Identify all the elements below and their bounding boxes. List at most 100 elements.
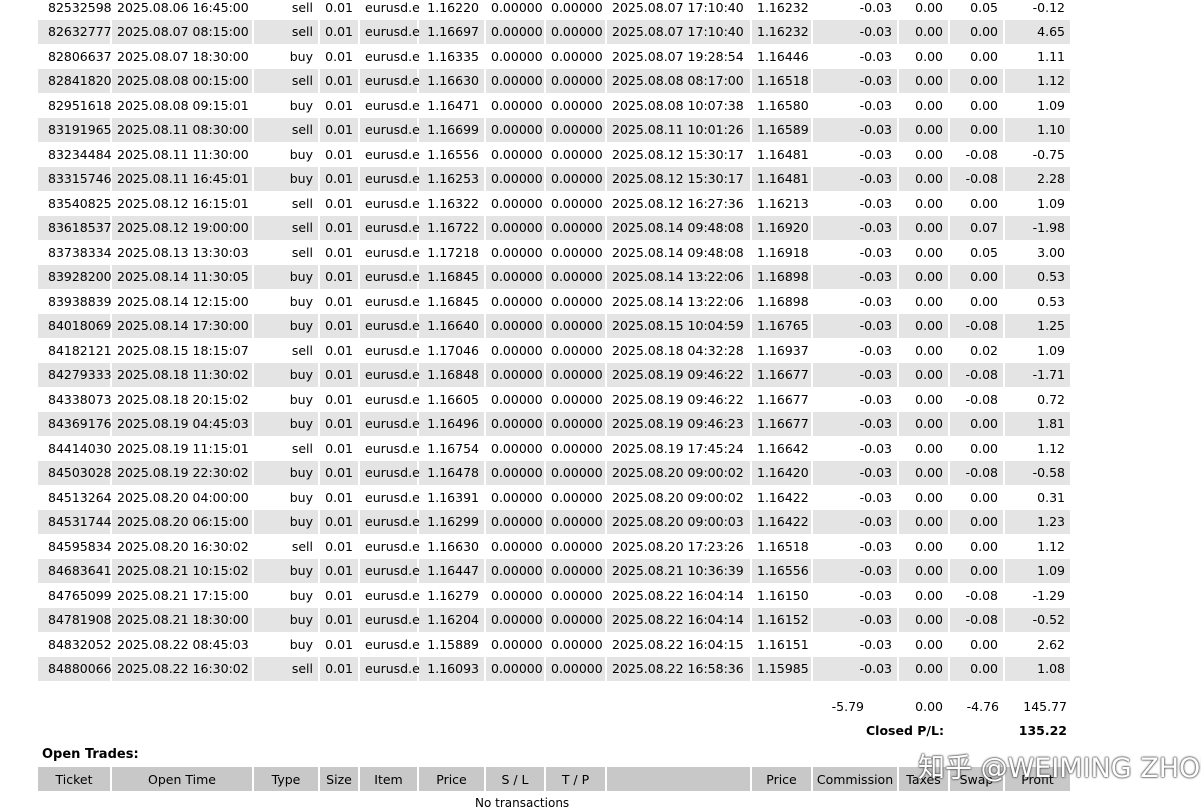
cell-ticket: 82951618 xyxy=(38,93,112,118)
cell-item: eurusd.e xyxy=(359,656,420,681)
total-swap: -4.76 xyxy=(966,699,999,714)
cell-commission: -0.03 xyxy=(812,166,899,191)
cell-profit: -1.71 xyxy=(1004,362,1072,387)
cell-profit: 0.31 xyxy=(1004,485,1072,510)
cell-close-price: 1.16422 xyxy=(751,509,813,534)
cell-profit: 1.11 xyxy=(1004,44,1072,69)
cell-type: buy xyxy=(253,142,320,167)
cell-item: eurusd.e xyxy=(359,240,420,265)
cell-close-time: 2025.08.14 13:22:06 xyxy=(606,264,752,289)
cell-item: eurusd.e xyxy=(359,485,420,510)
cell-close-time: 2025.08.08 08:17:00 xyxy=(606,68,752,93)
cell-open-time: 2025.08.11 16:45:01 xyxy=(111,166,254,191)
cell-sl: 0.00000 xyxy=(485,460,546,485)
cell-price: 1.16699 xyxy=(418,117,486,142)
cell-taxes: 0.00 xyxy=(898,411,950,436)
cell-price: 1.15889 xyxy=(418,632,486,657)
cell-item: eurusd.e xyxy=(359,583,420,608)
cell-open-time: 2025.08.07 18:30:00 xyxy=(111,44,254,69)
cell-taxes: 0.00 xyxy=(898,117,950,142)
cell-swap: -0.08 xyxy=(949,387,1005,412)
cell-tp: 0.00000 xyxy=(545,240,607,265)
closed-pl-label: Closed P/L: xyxy=(866,723,944,738)
cell-close-time: 2025.08.22 16:04:14 xyxy=(606,607,752,632)
cell-close-time: 2025.08.20 09:00:03 xyxy=(606,509,752,534)
cell-commission: -0.03 xyxy=(812,264,899,289)
table-row: 84683641 2025.08.21 10:15:02 buy 0.01 eurusd… xyxy=(38,558,1072,583)
cell-profit: -0.58 xyxy=(1004,460,1072,485)
cell-tp: 0.00000 xyxy=(545,191,607,216)
cell-price: 1.16640 xyxy=(418,313,486,338)
cell-type: buy xyxy=(253,44,320,69)
table-row: 82806637 2025.08.07 18:30:00 buy 0.01 eurusd… xyxy=(38,44,1072,69)
cell-item: eurusd.e xyxy=(359,411,420,436)
cell-taxes: 0.00 xyxy=(898,142,950,167)
cell-close-time: 2025.08.19 09:46:23 xyxy=(606,411,752,436)
cell-size: 0.01 xyxy=(319,411,360,436)
cell-close-time: 2025.08.20 09:00:02 xyxy=(606,460,752,485)
cell-item: eurusd.e xyxy=(359,289,420,314)
cell-commission: -0.03 xyxy=(812,68,899,93)
cell-item: eurusd.e xyxy=(359,166,420,191)
cell-close-time: 2025.08.07 19:28:54 xyxy=(606,44,752,69)
cell-tp: 0.00000 xyxy=(545,264,607,289)
table-row: 84279333 2025.08.18 11:30:02 buy 0.01 eurusd… xyxy=(38,362,1072,387)
cell-swap: 0.00 xyxy=(949,117,1005,142)
header-tp: T / P xyxy=(545,767,607,791)
cell-item: eurusd.e xyxy=(359,436,420,461)
cell-profit: -1.29 xyxy=(1004,583,1072,608)
cell-price: 1.16220 xyxy=(418,0,486,20)
cell-sl: 0.00000 xyxy=(485,509,546,534)
cell-taxes: 0.00 xyxy=(898,289,950,314)
cell-open-time: 2025.08.20 04:00:00 xyxy=(111,485,254,510)
cell-ticket: 82632777 xyxy=(38,19,112,44)
cell-swap: 0.00 xyxy=(949,44,1005,69)
table-row: 84414030 2025.08.19 11:15:01 sell 0.01 eurus… xyxy=(38,436,1072,461)
cell-swap: 0.00 xyxy=(949,93,1005,118)
cell-price: 1.16471 xyxy=(418,93,486,118)
cell-price: 1.16848 xyxy=(418,362,486,387)
cell-profit: 1.08 xyxy=(1004,656,1072,681)
cell-sl: 0.00000 xyxy=(485,264,546,289)
cell-type: buy xyxy=(253,387,320,412)
cell-taxes: 0.00 xyxy=(898,485,950,510)
cell-item: eurusd.e xyxy=(359,215,420,240)
cell-type: sell xyxy=(253,436,320,461)
cell-open-time: 2025.08.20 06:15:00 xyxy=(111,509,254,534)
cell-ticket: 83938839 xyxy=(38,289,112,314)
cell-ticket: 83234484 xyxy=(38,142,112,167)
cell-close-time: 2025.08.12 15:30:17 xyxy=(606,166,752,191)
cell-price: 1.16845 xyxy=(418,289,486,314)
cell-swap: -0.08 xyxy=(949,362,1005,387)
cell-profit: 4.65 xyxy=(1004,19,1072,44)
cell-swap: 0.00 xyxy=(949,534,1005,559)
cell-close-price: 1.16518 xyxy=(751,534,813,559)
cell-commission: -0.03 xyxy=(812,44,899,69)
cell-swap: 0.00 xyxy=(949,68,1005,93)
header-sl: S / L xyxy=(485,767,546,791)
cell-type: buy xyxy=(253,411,320,436)
cell-size: 0.01 xyxy=(319,558,360,583)
cell-commission: -0.03 xyxy=(812,338,899,363)
cell-ticket: 84018069 xyxy=(38,313,112,338)
cell-tp: 0.00000 xyxy=(545,583,607,608)
cell-price: 1.16299 xyxy=(418,509,486,534)
cell-tp: 0.00000 xyxy=(545,0,607,20)
cell-close-time: 2025.08.22 16:04:15 xyxy=(606,632,752,657)
cell-close-price: 1.16152 xyxy=(751,607,813,632)
cell-close-time: 2025.08.19 09:46:22 xyxy=(606,387,752,412)
cell-sl: 0.00000 xyxy=(485,607,546,632)
cell-item: eurusd.e xyxy=(359,338,420,363)
cell-ticket: 84781908 xyxy=(38,607,112,632)
cell-taxes: 0.00 xyxy=(898,44,950,69)
cell-taxes: 0.00 xyxy=(898,19,950,44)
cell-ticket: 84369176 xyxy=(38,411,112,436)
cell-open-time: 2025.08.21 10:15:02 xyxy=(111,558,254,583)
table-row: 83234484 2025.08.11 11:30:00 buy 0.01 eurusd… xyxy=(38,142,1072,167)
cell-sl: 0.00000 xyxy=(485,240,546,265)
cell-type: buy xyxy=(253,632,320,657)
cell-commission: -0.03 xyxy=(812,0,899,20)
cell-price: 1.16322 xyxy=(418,191,486,216)
cell-type: buy xyxy=(253,485,320,510)
cell-type: buy xyxy=(253,558,320,583)
